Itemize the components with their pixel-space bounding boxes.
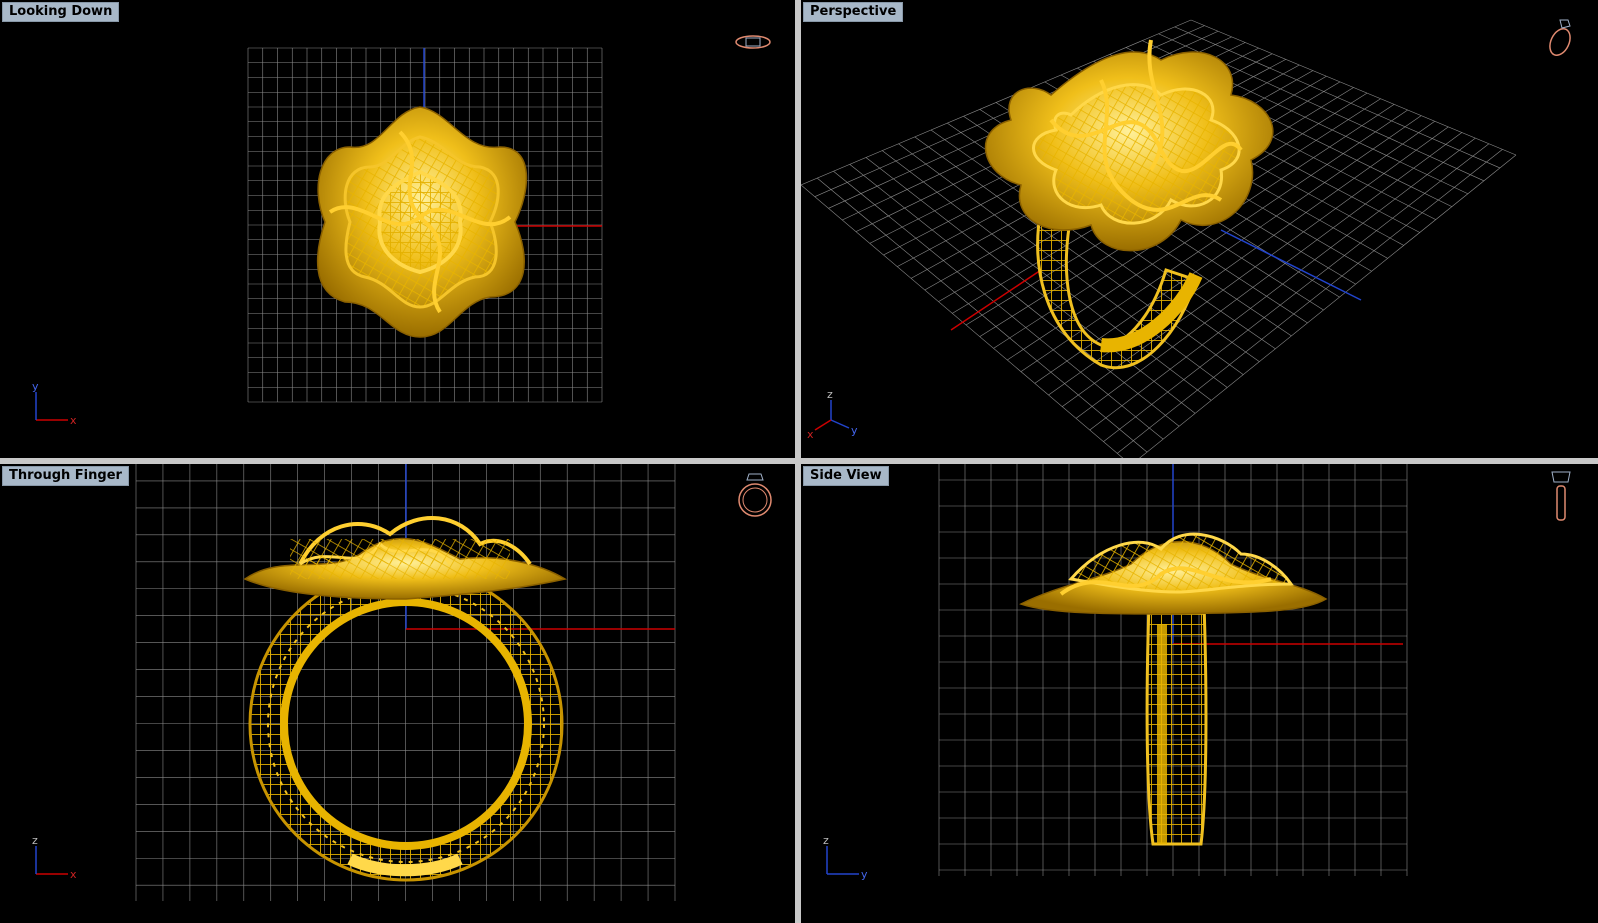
- viewport-title[interactable]: Perspective: [803, 2, 904, 22]
- axis-widget-xz: x z: [32, 834, 77, 881]
- axis-y-label: y: [851, 424, 858, 437]
- axis-x-label: x: [807, 428, 814, 441]
- viewport-title[interactable]: Looking Down: [2, 2, 120, 22]
- viewport-through-finger[interactable]: Through Finger x z: [0, 464, 795, 923]
- viewport-side-view[interactable]: Side View y z: [801, 464, 1598, 923]
- axis-widget-perspective: z y x: [807, 388, 858, 441]
- axis-z-label: z: [823, 834, 829, 847]
- ring-perspective-model: [984, 39, 1274, 370]
- through-finger-scene[interactable]: [0, 464, 795, 923]
- ring-front-model: [243, 516, 567, 882]
- ring-side-view-icon: [1551, 471, 1571, 521]
- ring-top-model: [316, 106, 528, 338]
- ring-side-model: [1019, 532, 1328, 846]
- axis-widget-xy: x y: [32, 380, 77, 427]
- axis-y-label: y: [861, 868, 868, 881]
- axis-x-label: x: [70, 868, 77, 881]
- axis-x-label: x: [70, 414, 77, 427]
- ring-top-view-icon: [735, 35, 771, 49]
- perspective-scene[interactable]: [801, 0, 1598, 458]
- x-axis-line: [950, 269, 1042, 331]
- side-view-scene[interactable]: [801, 464, 1598, 923]
- axis-z-label: z: [32, 834, 38, 847]
- axis-y-label: y: [32, 380, 39, 393]
- axis-z-label: z: [827, 388, 833, 401]
- ring-perspective-icon: [1549, 19, 1571, 56]
- viewport-looking-down[interactable]: Looking Down x y: [0, 0, 795, 458]
- looking-down-scene[interactable]: [0, 0, 795, 458]
- viewport-title[interactable]: Side View: [803, 466, 889, 486]
- viewport-title[interactable]: Through Finger: [2, 466, 129, 486]
- ring-front-view-icon: [738, 473, 772, 517]
- viewport-perspective[interactable]: Perspective z y x: [801, 0, 1598, 458]
- axis-widget-yz: y z: [823, 834, 868, 881]
